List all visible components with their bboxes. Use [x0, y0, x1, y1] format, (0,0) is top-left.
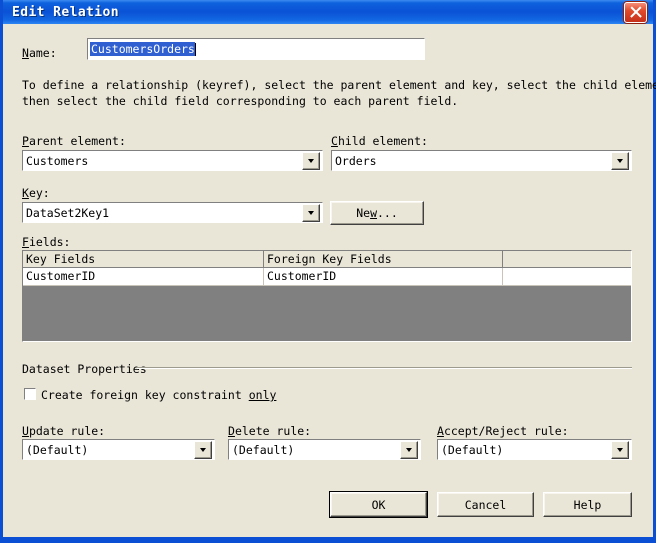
chevron-down-glyph [307, 158, 314, 163]
chevron-down-glyph [405, 447, 412, 452]
cell-foreign-key-field[interactable]: CustomerID [264, 268, 503, 285]
chevron-down-glyph [616, 158, 623, 163]
cancel-button[interactable]: Cancel [437, 492, 534, 517]
chevron-down-icon[interactable] [302, 203, 320, 222]
child-element-label: Child element: [331, 134, 428, 148]
key-label: Key: [22, 186, 50, 200]
fields-grid[interactable]: Key Fields Foreign Key Fields CustomerID… [22, 250, 632, 342]
delete-rule-label: Delete rule: [228, 424, 312, 438]
fields-label: Fields: [22, 235, 71, 249]
dialog-client-area: Name: CustomersOrders To define a relati… [3, 24, 656, 537]
table-row[interactable]: CustomerID CustomerID [23, 268, 631, 286]
delete-rule-value: (Default) [232, 442, 295, 457]
chevron-down-icon[interactable] [611, 151, 629, 170]
close-icon[interactable] [624, 1, 647, 23]
parent-element-select[interactable]: Customers [22, 150, 323, 171]
cancel-button-label: Cancel [464, 497, 507, 512]
description-line-1: To define a relationship (keyref), selec… [22, 78, 656, 92]
text-caret [194, 42, 196, 56]
child-element-select[interactable]: Orders [331, 150, 632, 171]
update-rule-value: (Default) [26, 442, 89, 457]
ok-button-label: OK [371, 497, 386, 512]
name-label: Name: [22, 46, 57, 60]
edit-relation-dialog: Edit Relation Name: CustomersOrders To d… [0, 0, 656, 543]
delete-rule-select[interactable]: (Default) [228, 439, 421, 460]
description-line-2: then select the child field correspondin… [22, 94, 459, 108]
foreign-key-constraint-label: Create foreign key constraint only [41, 388, 277, 402]
accept-reject-rule-label: Accept/Reject rule: [437, 424, 569, 438]
title-bar[interactable]: Edit Relation [3, 0, 653, 24]
chevron-down-glyph [616, 447, 623, 452]
accept-reject-rule-select[interactable]: (Default) [437, 439, 632, 460]
cell-key-field[interactable]: CustomerID [23, 268, 264, 285]
chevron-down-icon[interactable] [400, 440, 418, 459]
help-button-label: Help [573, 497, 602, 512]
parent-element-value: Customers [26, 153, 89, 168]
chevron-down-icon[interactable] [302, 151, 320, 170]
child-element-value: Orders [335, 153, 377, 168]
column-header-foreign-key-fields[interactable]: Foreign Key Fields [264, 251, 503, 267]
name-input-value: CustomersOrders [90, 42, 195, 56]
ok-button[interactable]: OK [329, 491, 428, 518]
group-divider [137, 367, 632, 369]
update-rule-label: Update rule: [22, 424, 106, 438]
accept-reject-rule-value: (Default) [441, 442, 504, 457]
fields-grid-header: Key Fields Foreign Key Fields [23, 251, 631, 268]
parent-element-label: Parent element: [22, 134, 126, 148]
foreign-key-constraint-checkbox[interactable] [24, 388, 36, 400]
chevron-down-icon[interactable] [194, 440, 212, 459]
dataset-properties-group-label: Dataset Properties [22, 362, 147, 376]
window-title: Edit Relation [12, 4, 119, 20]
key-value: DataSet2Key1 [26, 205, 110, 220]
key-select[interactable]: DataSet2Key1 [22, 202, 323, 223]
column-header-key-fields[interactable]: Key Fields [23, 251, 264, 267]
chevron-down-glyph [199, 447, 206, 452]
update-rule-select[interactable]: (Default) [22, 439, 215, 460]
chevron-down-icon[interactable] [611, 440, 629, 459]
new-key-button[interactable]: New... [330, 201, 424, 225]
new-key-button-label: New... [356, 206, 398, 220]
name-input[interactable]: CustomersOrders [87, 38, 425, 60]
help-button[interactable]: Help [543, 492, 632, 517]
chevron-down-glyph [307, 210, 314, 215]
